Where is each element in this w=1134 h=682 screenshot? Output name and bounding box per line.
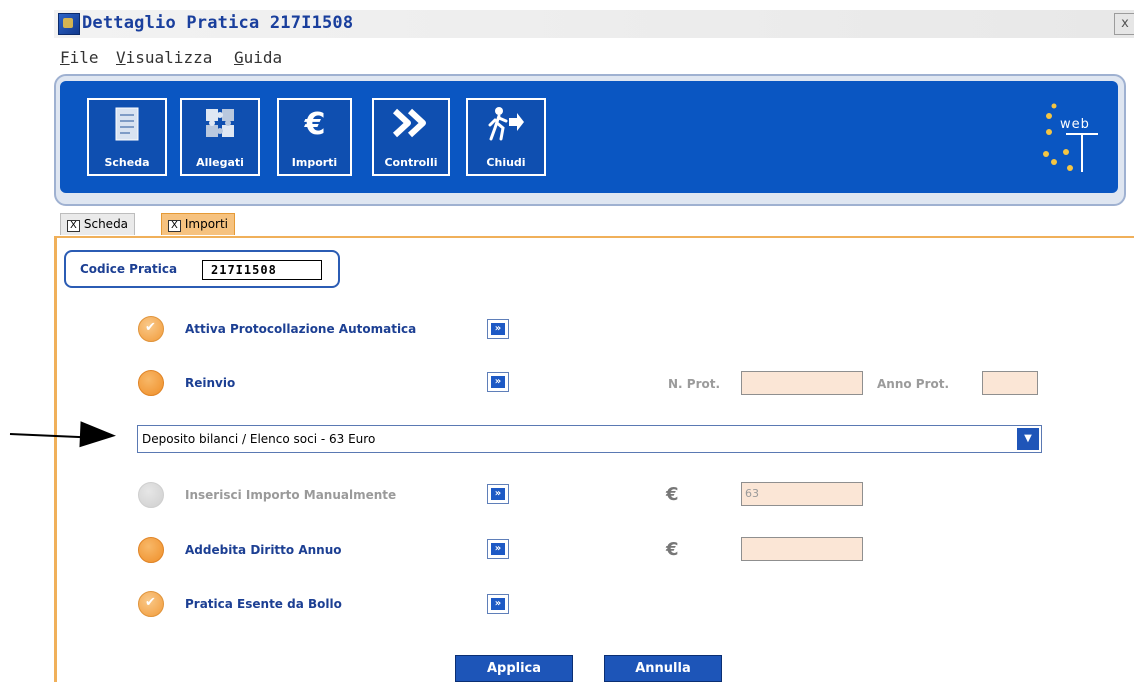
toolbar-importi-button[interactable]: € Importi: [277, 98, 352, 176]
toolbar-button-label: Controlli: [384, 156, 438, 169]
protocollazione-toggle[interactable]: [138, 316, 164, 342]
tab-close-icon[interactable]: X: [67, 220, 80, 232]
diritto-annuo-field[interactable]: [741, 537, 863, 561]
reinvio-go-button[interactable]: »: [487, 372, 509, 392]
esente-bollo-label: Pratica Esente da Bollo: [185, 597, 342, 611]
toolbar-allegati-button[interactable]: Allegati: [180, 98, 260, 176]
protocollazione-go-button[interactable]: »: [487, 319, 509, 339]
double-chevron-icon: »: [491, 323, 505, 335]
tab-label: Scheda: [83, 217, 129, 231]
window-title: Dettaglio Pratica 217I1508: [82, 13, 354, 33]
panel-left-border: [54, 236, 57, 682]
esente-bollo-go-button[interactable]: »: [487, 594, 509, 614]
double-chevron-icon: »: [491, 543, 505, 555]
annotation-arrow-icon: [79, 421, 117, 449]
euro-icon: €: [666, 539, 679, 560]
esente-bollo-toggle[interactable]: [138, 591, 164, 617]
importo-manuale-field: 63: [741, 482, 863, 506]
reinvio-label: Reinvio: [185, 376, 236, 390]
diritto-annuo-go-button[interactable]: »: [487, 539, 509, 559]
double-chevron-icon: »: [491, 376, 505, 388]
toolbar-controlli-button[interactable]: Controlli: [372, 98, 450, 176]
codice-pratica-label: Codice Pratica: [80, 262, 178, 276]
euro-icon: €: [303, 107, 325, 140]
exit-icon: [488, 107, 524, 141]
document-icon: [115, 107, 139, 141]
menu-file[interactable]: File: [60, 48, 99, 67]
tab-importi[interactable]: X Importi: [161, 213, 236, 235]
toolbar-button-label: Scheda: [104, 156, 150, 169]
codice-pratica-field[interactable]: 217I1508: [202, 260, 322, 280]
importo-manuale-go-button[interactable]: »: [487, 484, 509, 504]
diritto-annuo-toggle[interactable]: [138, 537, 164, 563]
importo-manuale-toggle: [138, 482, 164, 508]
panel-top-border: [54, 236, 1134, 238]
toolbar-button-label: Allegati: [196, 156, 244, 169]
logo-text: web: [1060, 117, 1090, 132]
toolbar-scheda-button[interactable]: Scheda: [87, 98, 167, 176]
webt-logo: web: [1043, 103, 1098, 172]
annulla-button[interactable]: Annulla: [604, 655, 722, 682]
puzzle-icon: [206, 109, 234, 137]
anno-prot-label: Anno Prot.: [877, 377, 950, 391]
toolbar-button-label: Importi: [291, 156, 338, 169]
menu-visualizza[interactable]: Visualizza: [116, 48, 212, 67]
applica-button[interactable]: Applica: [455, 655, 573, 682]
euro-icon: €: [666, 484, 679, 505]
protocollazione-label: Attiva Protocollazione Automatica: [185, 322, 417, 336]
svg-text:€: €: [303, 107, 325, 140]
double-chevron-icon: »: [491, 488, 505, 500]
menu-bar: [54, 44, 1134, 72]
window-close-button[interactable]: x: [1114, 13, 1134, 35]
n-prot-field[interactable]: [741, 371, 863, 395]
tab-scheda[interactable]: X Scheda: [60, 213, 136, 235]
menu-guida[interactable]: Guida: [234, 48, 282, 67]
tariff-select[interactable]: Deposito bilanci / Elenco soci - 63 Euro: [137, 425, 1042, 453]
toolbar-button-label: Chiudi: [486, 156, 526, 169]
n-prot-label: N. Prot.: [668, 377, 721, 391]
diritto-annuo-label: Addebita Diritto Annuo: [185, 543, 342, 557]
reinvio-toggle[interactable]: [138, 370, 164, 396]
importi-panel: [54, 236, 1134, 682]
tab-label: Importi: [184, 217, 229, 231]
app-icon: [58, 13, 80, 35]
dropdown-arrow-icon[interactable]: ▼: [1017, 428, 1039, 450]
toolbar-chiudi-button[interactable]: Chiudi: [466, 98, 546, 176]
importo-manuale-label: Inserisci Importo Manualmente: [185, 488, 397, 502]
double-arrow-icon: [392, 108, 426, 138]
double-chevron-icon: »: [491, 598, 505, 610]
anno-prot-field[interactable]: [982, 371, 1038, 395]
tab-close-icon[interactable]: X: [168, 220, 181, 232]
